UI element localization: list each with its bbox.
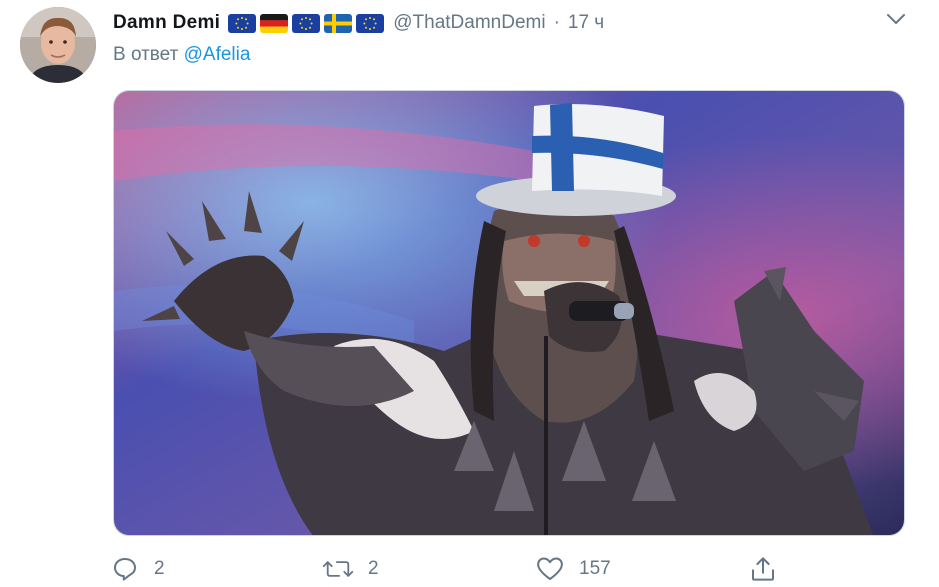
eu-flag-icon	[292, 13, 321, 33]
reply-count: 2	[154, 558, 165, 579]
retweet-icon	[322, 561, 354, 577]
like-count: 157	[579, 558, 611, 579]
retweet-button[interactable]: 2	[322, 552, 379, 586]
more-options-button[interactable]	[885, 10, 907, 28]
display-name[interactable]: Damn Demi	[113, 12, 220, 34]
user-handle[interactable]: @ThatDamnDemi	[393, 12, 545, 34]
eu-flag-icon	[356, 13, 385, 33]
avatar[interactable]	[20, 7, 96, 83]
reply-icon	[114, 558, 136, 581]
tweet-media-image[interactable]	[113, 90, 905, 536]
separator-dot: ·	[553, 12, 560, 33]
retweet-count: 2	[368, 558, 379, 579]
reply-context: В ответ @Afelia	[113, 44, 250, 66]
reply-prefix: В ответ	[113, 44, 179, 65]
share-button[interactable]	[748, 552, 778, 586]
performer-photo	[114, 91, 904, 535]
sweden-flag-icon	[324, 13, 353, 33]
eu-flag-icon	[228, 13, 257, 33]
reply-mention-link[interactable]: @Afelia	[184, 44, 251, 65]
chevron-down-icon	[887, 14, 905, 24]
germany-flag-icon	[260, 13, 289, 33]
avatar-image	[20, 7, 96, 83]
tweet-header: Damn Demi @ThatDamnDemi · 17 ч	[113, 9, 604, 37]
like-button[interactable]: 157	[535, 552, 611, 586]
reply-button[interactable]: 2	[110, 552, 165, 586]
timestamp[interactable]: 17 ч	[568, 12, 604, 34]
like-icon	[537, 557, 563, 580]
share-icon	[752, 557, 774, 581]
flag-emoji-list	[228, 13, 385, 33]
